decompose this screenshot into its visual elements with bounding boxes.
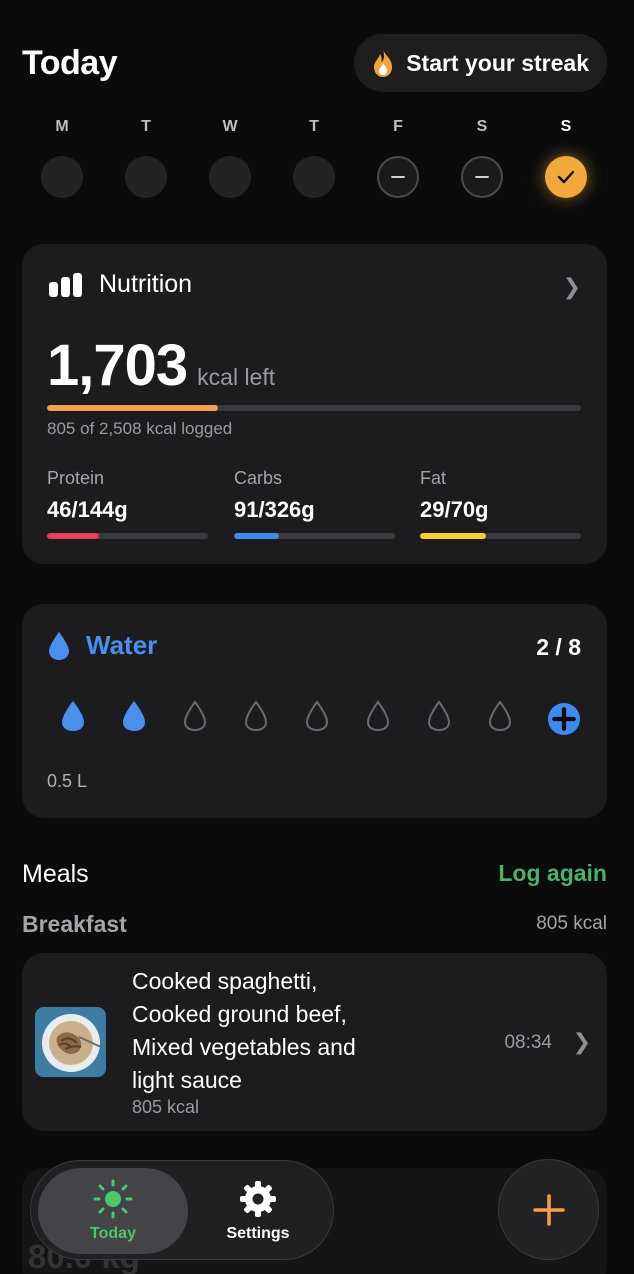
meal-photo xyxy=(35,1007,106,1077)
macro-value: 91/326g xyxy=(234,497,315,522)
day-status-missed[interactable] xyxy=(461,156,503,198)
macro-progress-bar xyxy=(234,533,395,539)
day-column[interactable]: W xyxy=(188,118,272,198)
kcal-left-value: 1,703 xyxy=(47,333,188,398)
day-status-empty[interactable] xyxy=(293,156,335,198)
chevron-right-icon[interactable]: ❯ xyxy=(563,274,581,300)
day-status-done[interactable] xyxy=(545,156,587,198)
add-water-button[interactable] xyxy=(548,702,580,735)
day-letter: M xyxy=(55,118,69,135)
water-count: 2 / 8 xyxy=(536,634,581,660)
day-letter: S xyxy=(560,118,572,135)
meal-time: 08:34 xyxy=(504,1032,552,1053)
macro-value: 46/144g xyxy=(47,497,128,522)
meal-kcal: 805 kcal xyxy=(132,1097,200,1117)
day-letter: F xyxy=(393,118,403,135)
water-drop-icon xyxy=(49,631,69,660)
macro-name: Protein xyxy=(47,468,105,488)
flame-icon xyxy=(374,49,393,77)
water-card: Water 2 / 8 0.5 L xyxy=(22,604,607,818)
macro-name: Fat xyxy=(420,468,447,488)
calorie-progress-fill xyxy=(47,405,218,411)
nutrition-title: Nutrition xyxy=(99,270,193,298)
add-button[interactable] xyxy=(498,1159,599,1260)
day-status-missed[interactable] xyxy=(377,156,419,198)
check-icon xyxy=(557,170,575,184)
meal-item[interactable]: Cooked spaghetti, Cooked ground beef, Mi… xyxy=(22,953,607,1131)
kcal-logged-text: 805 of 2,508 kcal logged xyxy=(47,419,233,438)
macro-protein: Protein 46/144g xyxy=(47,468,208,539)
macro-progress-bar xyxy=(420,533,581,539)
kcal-left-unit: kcal left xyxy=(197,364,276,390)
log-again-button[interactable]: Log again xyxy=(498,860,607,887)
sun-icon xyxy=(93,1179,133,1219)
tab-today[interactable]: Today xyxy=(38,1168,188,1254)
plus-icon xyxy=(532,1193,565,1226)
day-status-empty[interactable] xyxy=(209,156,251,198)
chevron-right-icon: ❯ xyxy=(572,1029,591,1054)
water-drop-filled-icon[interactable] xyxy=(121,699,147,738)
water-title: Water xyxy=(86,630,158,660)
meal-name: Cooked spaghetti, Cooked ground beef, Mi… xyxy=(132,968,356,1093)
water-drop-empty-icon[interactable] xyxy=(365,699,391,738)
minus-icon xyxy=(475,176,489,178)
meal-section-title: Breakfast xyxy=(22,911,127,937)
nutrition-card[interactable]: Nutrition ❯ 1,703 kcal left 805 of 2,508… xyxy=(22,244,607,564)
start-streak-button[interactable]: Start your streak xyxy=(354,34,607,92)
meal-section-kcal: 805 kcal xyxy=(536,913,607,934)
water-drop-empty-icon[interactable] xyxy=(182,699,208,738)
macro-name: Carbs xyxy=(234,468,283,488)
day-status-empty[interactable] xyxy=(125,156,167,198)
macro-progress-fill xyxy=(234,533,280,539)
day-letter: T xyxy=(309,118,319,135)
water-drop-empty-icon[interactable] xyxy=(487,699,513,738)
day-column[interactable]: T xyxy=(272,118,356,198)
water-drop-filled-icon[interactable] xyxy=(60,699,86,738)
tab-settings[interactable]: Settings xyxy=(193,1168,323,1254)
day-letter: W xyxy=(222,118,238,135)
water-drop-empty-icon[interactable] xyxy=(426,699,452,738)
water-drops xyxy=(60,699,580,738)
macro-progress-fill xyxy=(47,533,99,539)
macro-fat: Fat 29/70g xyxy=(420,468,581,539)
day-column[interactable]: S xyxy=(524,118,608,198)
day-column[interactable]: S xyxy=(440,118,524,198)
water-drop-empty-icon[interactable] xyxy=(243,699,269,738)
bar-chart-icon xyxy=(49,272,82,297)
macro-progress-bar xyxy=(47,533,208,539)
day-letter: T xyxy=(141,118,151,135)
water-amount: 0.5 L xyxy=(47,771,88,791)
gear-icon xyxy=(240,1181,276,1217)
day-letter: S xyxy=(476,118,488,135)
page-title: Today xyxy=(22,44,118,82)
calorie-progress-bar xyxy=(47,405,581,411)
plus-icon xyxy=(552,706,576,731)
meals-title: Meals xyxy=(22,860,89,888)
tab-settings-label: Settings xyxy=(226,1225,290,1242)
day-column[interactable]: M xyxy=(20,118,104,198)
minus-icon xyxy=(391,176,405,178)
day-column[interactable]: F xyxy=(356,118,440,198)
header: Today Start your streak xyxy=(22,34,607,92)
macro-progress-fill xyxy=(420,533,486,539)
macro-value: 29/70g xyxy=(420,497,489,522)
streak-label: Start your streak xyxy=(406,49,589,76)
tab-bar: Today Settings xyxy=(30,1160,334,1260)
water-drop-empty-icon[interactable] xyxy=(304,699,330,738)
day-column[interactable]: T xyxy=(104,118,188,198)
tab-today-label: Today xyxy=(90,1225,136,1242)
macro-carbs: Carbs 91/326g xyxy=(234,468,395,539)
week-strip: MTWTFSS xyxy=(20,118,608,198)
day-status-empty[interactable] xyxy=(41,156,83,198)
